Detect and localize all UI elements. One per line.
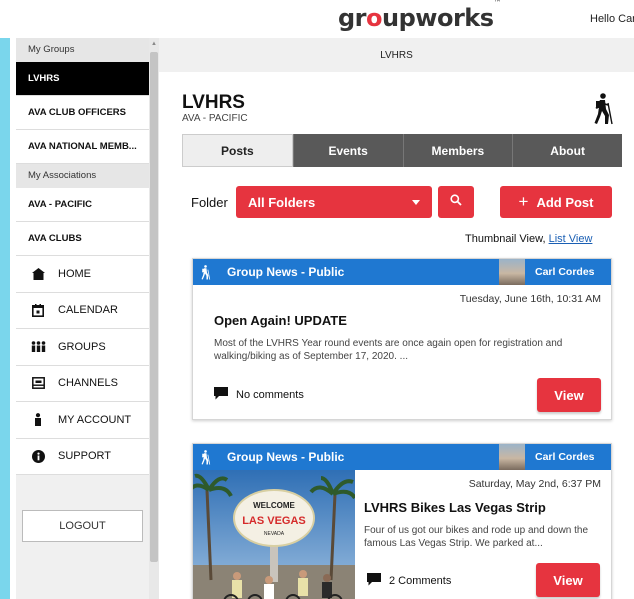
- comment-count: 2 Comments: [389, 575, 452, 587]
- tab-events[interactable]: Events: [292, 134, 403, 167]
- post-category: Group News - Public: [227, 450, 345, 464]
- scroll-up-arrow-icon[interactable]: ▲: [151, 41, 157, 47]
- list-view-link[interactable]: List View: [549, 233, 593, 245]
- post-excerpt: Four of us got our bikes and rode up and…: [364, 525, 589, 549]
- groups-icon: [30, 339, 46, 355]
- logo-trademark: ™: [493, 0, 502, 7]
- scrollbar-thumb[interactable]: [150, 52, 158, 562]
- top-bar: groupworks™ Hello Car: [0, 0, 634, 38]
- folder-select-value: All Folders: [248, 194, 316, 210]
- sidebar-nav-channels[interactable]: CHANNELS: [16, 365, 149, 402]
- post-title[interactable]: LVHRS Bikes Las Vegas Strip: [364, 500, 546, 515]
- post-date: Saturday, May 2nd, 6:37 PM: [468, 478, 601, 490]
- sidebar-nav-label: SUPPORT: [58, 450, 111, 463]
- post-card-header: Group News - Public Carl Cordes: [193, 444, 611, 470]
- my-associations-heading: My Associations: [16, 164, 149, 188]
- sidebar-group-ava-national-members[interactable]: AVA NATIONAL MEMB...: [16, 130, 149, 164]
- sidebar-scrollbar[interactable]: ▲: [149, 38, 159, 599]
- sidebar-nav-label: HOME: [58, 267, 91, 280]
- comment-count: No comments: [236, 389, 304, 401]
- info-icon: [30, 448, 46, 464]
- post-category: Group News - Public: [227, 265, 345, 279]
- sidebar-group-ava-club-officers[interactable]: AVA CLUB OFFICERS: [16, 96, 149, 130]
- current-view-label: Thumbnail View,: [465, 233, 546, 245]
- sidebar-association-ava-clubs[interactable]: AVA CLUBS: [16, 222, 149, 256]
- sidebar-nav-label: CALENDAR: [58, 304, 118, 317]
- photo-sign-nevada: NEVADA: [264, 531, 285, 537]
- group-tabs: Posts Events Members About: [182, 134, 622, 167]
- tab-members[interactable]: Members: [402, 134, 513, 167]
- view-post-button[interactable]: View: [537, 378, 601, 412]
- folder-label: Folder: [191, 195, 228, 210]
- view-mode-switch: Thumbnail View, List View: [465, 233, 592, 245]
- author-avatar[interactable]: [499, 444, 525, 470]
- post-card: Group News - Public Carl Cordes Tuesday,…: [192, 258, 612, 420]
- add-post-label: Add Post: [536, 194, 594, 210]
- hiker-icon: [193, 449, 219, 465]
- sidebar-nav-groups[interactable]: GROUPS: [16, 329, 149, 366]
- sidebar-nav-label: GROUPS: [58, 340, 106, 353]
- home-icon: [30, 266, 46, 282]
- channels-icon: [30, 375, 46, 391]
- logout-button[interactable]: LOGOUT: [22, 510, 143, 542]
- calendar-icon: [30, 302, 46, 318]
- sidebar-nav-support[interactable]: SUPPORT: [16, 438, 149, 475]
- sidebar-nav-home[interactable]: HOME: [16, 256, 149, 293]
- search-button[interactable]: [438, 186, 474, 218]
- hiker-icon: [594, 93, 614, 130]
- groupworks-logo[interactable]: groupworks™: [338, 0, 502, 32]
- logo-text-o: o: [366, 4, 383, 32]
- tab-posts[interactable]: Posts: [182, 134, 293, 167]
- sidebar-nav-label: MY ACCOUNT: [58, 413, 132, 426]
- logo-text-end: upworks: [382, 4, 494, 32]
- post-card: Group News - Public Carl Cordes WELCOME …: [192, 443, 612, 599]
- view-post-button[interactable]: View: [536, 563, 600, 597]
- logo-text-start: gr: [338, 4, 367, 32]
- post-title[interactable]: Open Again! UPDATE: [214, 313, 347, 328]
- sidebar-nav-my-account[interactable]: MY ACCOUNT: [16, 402, 149, 439]
- post-comments[interactable]: 2 Comments: [367, 573, 451, 589]
- hiker-icon: [193, 264, 219, 280]
- left-accent-strip: [0, 38, 10, 599]
- breadcrumb: LVHRS: [159, 38, 634, 72]
- group-title: LVHRS: [182, 92, 245, 113]
- user-greeting[interactable]: Hello Car: [590, 13, 634, 25]
- my-groups-heading: My Groups: [16, 38, 149, 62]
- folder-select[interactable]: All Folders: [236, 186, 432, 218]
- account-icon: [30, 412, 46, 428]
- photo-sign-las-vegas: LAS VEGAS: [242, 515, 306, 527]
- post-thumbnail-image[interactable]: WELCOME LAS VEGAS NEVADA: [193, 470, 355, 599]
- sidebar-nav-calendar[interactable]: CALENDAR: [16, 292, 149, 329]
- post-card-header: Group News - Public Carl Cordes: [193, 259, 611, 285]
- search-icon: [450, 193, 462, 211]
- breadcrumb-current: LVHRS: [380, 49, 413, 61]
- post-date: Tuesday, June 16th, 10:31 AM: [459, 293, 601, 305]
- post-comments[interactable]: No comments: [214, 387, 304, 403]
- post-author[interactable]: Carl Cordes: [535, 266, 595, 278]
- author-avatar[interactable]: [499, 259, 525, 285]
- post-author[interactable]: Carl Cordes: [535, 451, 595, 463]
- tab-about[interactable]: About: [512, 134, 622, 167]
- sidebar-group-lvhrs[interactable]: LVHRS: [16, 62, 149, 96]
- comment-icon: [214, 387, 228, 403]
- comment-icon: [367, 573, 381, 589]
- sidebar: My Groups LVHRS AVA CLUB OFFICERS AVA NA…: [16, 38, 149, 599]
- post-excerpt: Most of the LVHRS Year round events are …: [214, 338, 563, 362]
- sidebar-association-ava-pacific[interactable]: AVA - PACIFIC: [16, 188, 149, 222]
- plus-icon: +: [518, 192, 529, 211]
- sidebar-nav-label: CHANNELS: [58, 377, 118, 390]
- add-post-button[interactable]: + Add Post: [500, 186, 612, 218]
- caret-down-icon: [412, 200, 420, 205]
- group-subtitle: AVA - PACIFIC: [182, 113, 248, 124]
- photo-sign-welcome: WELCOME: [253, 501, 295, 510]
